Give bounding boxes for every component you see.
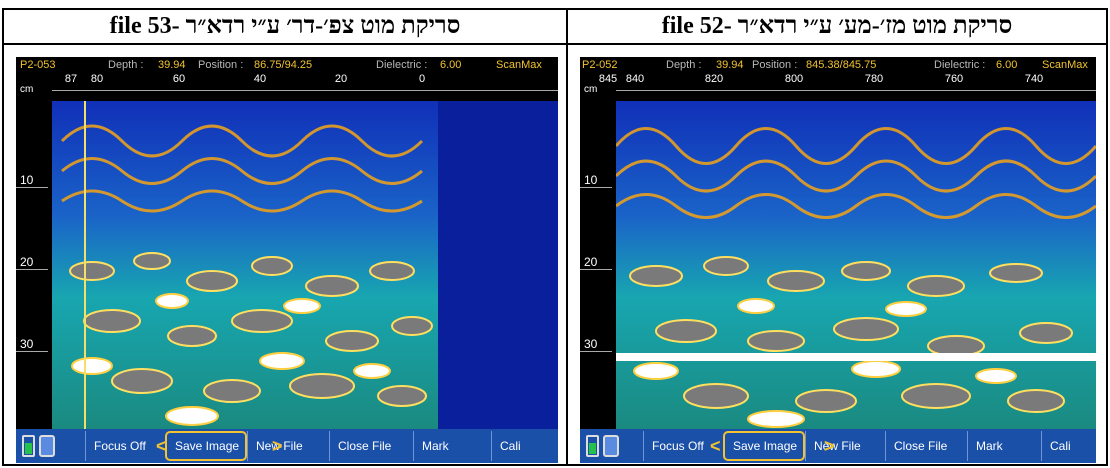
save-image-button[interactable]: Save Image [723, 431, 805, 461]
depth-tick [580, 269, 612, 270]
panel-caption: סריקת מוט צפ׳-דר׳ ע״י רדא״ר -53 file [4, 10, 566, 45]
file-id: P2-052 [582, 59, 618, 71]
depth-axis: 10 20 30 [580, 101, 616, 429]
brand-label: ScanMax [496, 59, 542, 71]
ruler-ticks [616, 90, 1096, 101]
new-file-button[interactable]: New File [805, 431, 885, 461]
depth-tick-label: 20 [584, 255, 598, 269]
storage-card-icon [39, 435, 55, 457]
position-value: 86.75/94.25 [254, 59, 313, 71]
depth-tick [580, 187, 612, 188]
ruler-tick-label: 20 [334, 73, 348, 85]
depth-tick [16, 269, 48, 270]
panel-caption: סריקת מוט מז׳-מע׳ ע״י רדא״ר -52 file [568, 10, 1106, 45]
chevron-right-icon[interactable]: > [824, 436, 835, 457]
brand-label: ScanMax [1042, 59, 1088, 71]
file-id: P2-053 [20, 59, 56, 71]
mark-button[interactable]: Mark [413, 431, 491, 461]
position-label: Position : [752, 59, 798, 71]
depth-tick-label: 10 [584, 173, 598, 187]
depth-value: 39.94 [716, 59, 744, 71]
position-label: Position : [198, 59, 244, 71]
comparison-table: סריקת מוט צפ׳-דר׳ ע״י רדא״ר -53 file P2-… [2, 8, 1108, 466]
ruler-tick-label: 87 [64, 73, 78, 85]
dielectric-value: 6.00 [996, 59, 1018, 71]
close-file-button[interactable]: Close File [329, 431, 413, 461]
ruler-tick-label: 0 [418, 73, 426, 85]
ruler-tick-label: 845 [598, 73, 618, 85]
device-toolbar: Focus Off Save Image New File Close File… [580, 429, 1096, 463]
depth-tick-label: 30 [584, 337, 598, 351]
scan-screen: P2-052 Depth : 39.94 Position : 845.38/8… [580, 57, 1096, 463]
chevron-left-icon[interactable]: < [156, 436, 167, 457]
new-file-button[interactable]: New File [247, 431, 329, 461]
depth-tick-label: 20 [20, 255, 34, 269]
ruler-tick-label: 80 [90, 73, 104, 85]
save-image-button[interactable]: Save Image [165, 431, 247, 461]
depth-axis: 10 20 30 [16, 101, 52, 429]
dielectric-label: Dielectric : [934, 59, 986, 71]
position-value: 845.38/845.75 [806, 59, 877, 71]
radar-scan-image [52, 101, 558, 429]
radar-scan-image [616, 101, 1096, 429]
depth-tick [580, 351, 612, 352]
ruler-tick-label: 40 [253, 73, 267, 85]
ruler-tick-label: 760 [944, 73, 964, 85]
panel-file-52: סריקת מוט מז׳-מע׳ ע״י רדא״ר -52 file P2-… [568, 10, 1106, 464]
battery-icon [586, 435, 599, 457]
depth-tick-label: 10 [20, 173, 34, 187]
depth-tick [16, 351, 48, 352]
ruler-tick-label: 740 [1024, 73, 1044, 85]
dielectric-label: Dielectric : [376, 59, 428, 71]
depth-label: Depth : [666, 59, 702, 71]
unit-label: cm [20, 84, 34, 95]
panel-file-53: סריקת מוט צפ׳-דר׳ ע״י רדא״ר -53 file P2-… [4, 10, 568, 464]
ruler-tick-label: 840 [625, 73, 645, 85]
ruler-tick-label: 780 [864, 73, 884, 85]
calibrate-button[interactable]: Cali [1041, 431, 1071, 461]
depth-tick-label: 30 [20, 337, 34, 351]
unit-label: cm [584, 84, 598, 95]
depth-tick [16, 187, 48, 188]
calibrate-button[interactable]: Cali [491, 431, 521, 461]
status-bar: P2-052 Depth : 39.94 Position : 845.38/8… [580, 57, 1096, 73]
mark-button[interactable]: Mark [967, 431, 1041, 461]
position-ruler: cm 845 840 820 800 780 760 740 [580, 73, 1096, 101]
position-cursor[interactable] [84, 101, 86, 429]
position-ruler: cm 87 80 60 40 20 0 [16, 73, 558, 101]
battery-icon [22, 435, 35, 457]
ruler-tick-label: 820 [704, 73, 724, 85]
depth-value: 39.94 [158, 59, 186, 71]
chevron-right-icon[interactable]: > [272, 436, 283, 457]
chevron-left-icon[interactable]: < [710, 436, 721, 457]
ruler-tick-label: 60 [172, 73, 186, 85]
device-toolbar: Focus Off Save Image New File Close File… [16, 429, 558, 463]
storage-card-icon [603, 435, 619, 457]
scan-screen: P2-053 Depth : 39.94 Position : 86.75/94… [16, 57, 558, 463]
ruler-tick-label: 800 [784, 73, 804, 85]
ruler-ticks [52, 90, 558, 101]
depth-label: Depth : [108, 59, 144, 71]
dielectric-value: 6.00 [440, 59, 462, 71]
close-file-button[interactable]: Close File [885, 431, 967, 461]
status-bar: P2-053 Depth : 39.94 Position : 86.75/94… [16, 57, 558, 73]
focus-off-button[interactable]: Focus Off [85, 431, 165, 461]
